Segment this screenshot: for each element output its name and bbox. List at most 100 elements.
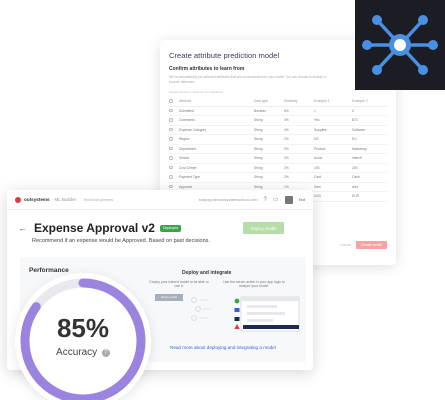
attribute-name-cell: Region — [179, 137, 190, 142]
outsystems-logo-icon — [15, 196, 21, 203]
avatar[interactable] — [284, 195, 293, 204]
row-checkbox[interactable] — [169, 165, 179, 171]
similarity-cell: 2% — [284, 175, 289, 180]
attribute-name-cell: Comments — [179, 118, 195, 123]
attributes-hint: Please choose a minimum of 3 attributes — [169, 90, 224, 94]
example2-cell: 200 — [352, 165, 358, 170]
table-row[interactable]: Payment Type String 2% Card Cash — [169, 173, 387, 183]
help-icon[interactable]: ? — [264, 197, 267, 203]
row-checkbox[interactable] — [169, 184, 179, 190]
column-header: Similarity — [284, 99, 298, 104]
checkbox-icon[interactable] — [169, 137, 173, 141]
checkbox-icon[interactable] — [169, 184, 173, 188]
integration-illustration — [234, 296, 300, 332]
page-title: Expense Approval v2 — [34, 221, 155, 235]
attributes-table: Attribute Data type Similarity Example 1… — [169, 97, 387, 202]
attribute-name-cell: Expense Category — [179, 127, 207, 132]
select-all-checkbox[interactable] — [169, 99, 173, 103]
read-more-link[interactable]: Read more about deploying and integratin… — [170, 345, 276, 350]
example2-cell: Software — [352, 127, 366, 132]
attribute-name-cell: Department — [179, 146, 197, 151]
example1-cell: Card — [314, 175, 322, 180]
checkbox-icon[interactable] — [169, 108, 173, 112]
network-hub-icon — [362, 15, 438, 75]
example2-cell: Alex — [352, 184, 359, 189]
flow-dots-illustration — [191, 297, 211, 321]
accuracy-label: Accuracy ? — [15, 347, 151, 358]
top-navigation-bar: outsystems · ML Builder Technical previe… — [7, 190, 313, 210]
create-model-button[interactable]: Create model — [355, 241, 387, 249]
example1-cell: US — [314, 137, 319, 142]
brand-name[interactable]: outsystems — [24, 197, 50, 202]
row-checkbox[interactable] — [169, 108, 179, 114]
accuracy-value: 85% — [56, 313, 110, 343]
checkbox-icon[interactable] — [169, 156, 173, 160]
checkbox-icon[interactable] — [169, 165, 173, 169]
table-row[interactable]: Vendor String 3% Acme Initech — [169, 154, 387, 164]
row-checkbox[interactable] — [169, 118, 179, 123]
data-type-cell: String — [254, 118, 263, 123]
row-checkbox[interactable] — [169, 175, 179, 180]
table-row[interactable]: Expense Category String 4% Supplies Software — [169, 126, 387, 135]
similarity-cell: 3% — [284, 146, 289, 151]
example1-cell: USD — [314, 194, 321, 199]
example2-cell: Initech — [352, 156, 362, 161]
attribute-name-cell: Approver — [179, 184, 193, 189]
example1-cell: Sam — [314, 184, 321, 189]
similarity-cell: 3% — [284, 118, 289, 123]
row-checkbox[interactable] — [169, 156, 179, 161]
table-row[interactable]: Comments String 3% Yes $73 — [169, 116, 387, 126]
column-header: Example 2 — [352, 99, 368, 104]
ml-logo-tile — [355, 0, 445, 90]
preview-badge: Technical preview — [83, 197, 114, 202]
example1-cell: Acme — [314, 156, 323, 161]
table-row[interactable]: Submitted Boolean 6% 1 0 — [169, 107, 387, 116]
topbar-right: snappy.devoutsystemscloud.com ? ▭ Ted — [199, 195, 305, 204]
table-row[interactable]: Cost Center String 2% 100 200 — [169, 164, 387, 173]
data-type-cell: String — [254, 184, 263, 189]
data-type-cell: String — [254, 175, 263, 180]
example1-cell: 100 — [314, 165, 320, 170]
checkbox-icon[interactable] — [169, 118, 173, 122]
info-icon[interactable]: ? — [101, 349, 110, 357]
similarity-cell: 3% — [284, 156, 289, 161]
data-type-cell: String — [254, 146, 263, 151]
user-name[interactable]: Ted — [299, 197, 305, 202]
product-label: ML Builder — [54, 197, 77, 202]
data-type-cell: String — [254, 165, 263, 170]
deploy-model-button[interactable]: Deploy model — [243, 222, 284, 234]
back-arrow-icon[interactable]: ← — [18, 223, 27, 233]
data-type-cell: String — [254, 137, 263, 142]
status-badge: Deployed — [159, 224, 182, 232]
accuracy-metric-label: Accuracy — [56, 347, 98, 358]
cancel-button[interactable]: Cancel — [340, 243, 351, 247]
table-row[interactable]: Department String 3% Product Marketing — [169, 145, 387, 154]
similarity-cell: 1% — [284, 184, 289, 189]
illustration-deploy-button: Deploy model — [155, 294, 183, 301]
row-checkbox[interactable] — [169, 137, 179, 142]
example1-cell: Product — [314, 146, 326, 151]
chat-icon[interactable]: ▭ — [273, 196, 279, 203]
checkbox-icon[interactable] — [169, 146, 173, 150]
checkbox-icon[interactable] — [169, 175, 173, 179]
data-type-cell: String — [254, 156, 263, 161]
similarity-cell: 2% — [284, 165, 289, 170]
attribute-name-cell: Submitted — [179, 108, 194, 113]
example2-cell: EU — [352, 137, 357, 142]
column-header: Attribute — [179, 99, 192, 104]
example2-cell: Marketing — [352, 146, 367, 151]
row-checkbox[interactable] — [169, 127, 179, 133]
accuracy-gauge: 85% Accuracy ? — [15, 273, 151, 400]
similarity-cell: 6% — [284, 108, 289, 113]
stage: Create attribute prediction model Confir… — [0, 0, 445, 400]
column-header: Data type — [254, 99, 269, 104]
data-type-cell: String — [254, 127, 263, 132]
row-checkbox[interactable] — [169, 146, 179, 152]
table-row[interactable]: Region String 2% US EU — [169, 135, 387, 145]
example1-cell: 1 — [314, 108, 316, 113]
product-name: · ML Builder — [51, 197, 77, 202]
checkbox-icon[interactable] — [169, 127, 173, 131]
environment-domain[interactable]: snappy.devoutsystemscloud.com — [199, 197, 258, 202]
data-type-cell: Boolean — [254, 108, 267, 113]
attribute-name-cell: Cost Center — [179, 165, 197, 170]
